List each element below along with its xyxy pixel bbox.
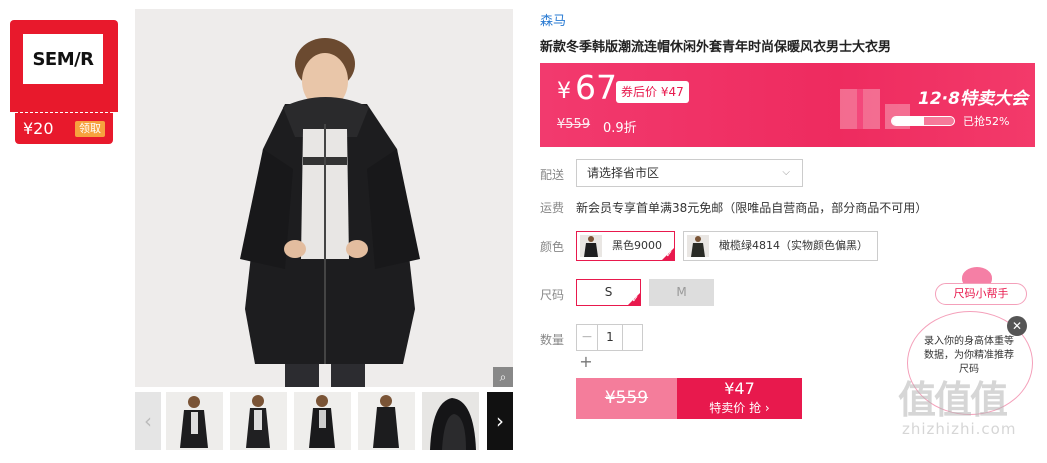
checkmark-icon: ✓ [631,295,639,305]
shop-logo[interactable]: SEM/R [23,34,103,84]
shop-badge[interactable]: SEM/R ¥20 领取 [10,20,118,144]
shipping-text: 新会员专享首单满38元免邮（限唯品自营商品，部分商品不可用） [576,201,928,215]
site-watermark: 值值值 zhizhizhi.com [898,380,1016,438]
price-currency: ¥ [557,79,571,104]
quantity-label: 数量 [540,333,565,347]
coupon-amount: ¥20 [23,119,54,138]
color-swatch-olive [687,235,709,257]
color-option-label: 橄榄绿4814（实物颜色偏黑） [719,239,868,252]
thumbnail[interactable] [422,392,479,450]
shop-coupon[interactable]: ¥20 领取 [15,112,113,144]
size-option-m[interactable]: M [649,279,714,306]
size-label: 尺码 [540,288,565,302]
thumbnail[interactable] [358,392,415,450]
buy-special-price: ¥47 [724,379,755,398]
thumbnail[interactable] [230,392,287,450]
color-option-black[interactable]: 黑色9000 ✓ [576,231,675,261]
size-option-label: S [604,285,613,299]
product-title: 新款冬季韩版潮流连帽休闲外套青年时尚保暖风衣男士大衣男 [540,40,892,55]
size-helper-text: 录入你的身高体重等数据，为你精准推荐尺码 [924,336,1014,375]
color-swatch-black [580,235,602,257]
brand-link[interactable]: 森马 [540,10,566,29]
chevron-right-icon[interactable]: › [487,392,513,450]
watermark-logo: 值值值 [898,378,1008,422]
thumbnail[interactable] [294,392,351,450]
chevron-left-icon[interactable]: ‹ [135,392,161,450]
sold-progress-bar [891,116,955,126]
watermark-url: zhizhizhi.com [902,420,1017,438]
quantity-minus-button[interactable]: − [577,325,597,350]
checkmark-icon: ✓ [665,250,673,260]
quantity-plus-button[interactable]: + [576,352,596,372]
sold-progress-fill [892,117,925,125]
chevron-down-icon: ⌵ [782,167,790,178]
coupon-claim-button[interactable]: 领取 [75,121,105,137]
close-icon[interactable]: ✕ [1007,316,1027,336]
model-photo [135,9,513,387]
price-banner: ¥ 67 券后价 ¥47 ¥559 0.9折 12·8特卖大会 已抢52% [540,63,1035,147]
color-option-label: 黑色9000 [612,239,662,252]
delivery-label: 配送 [540,168,565,182]
shipping-label: 运费 [540,201,565,215]
region-select[interactable]: 请选择省市区 ⌵ [576,159,803,187]
size-option-s[interactable]: S ✓ [576,279,641,306]
buy-button-group: ¥559 ¥47 特卖价 抢 › [576,378,802,419]
size-option-label: M [676,285,687,299]
shop-badge-background: SEM/R [10,20,118,112]
quantity-input[interactable]: 1 [597,325,623,350]
color-label: 颜色 [540,240,565,254]
thumbnail[interactable] [166,392,223,450]
gift-decoration [840,89,910,129]
sold-percentage: 已抢52% [963,115,1010,128]
color-option-olive[interactable]: 橄榄绿4814（实物颜色偏黑） [683,231,878,261]
main-product-image[interactable]: ⌕ [135,9,513,387]
original-price: ¥559 [557,117,591,132]
thumbnail-strip: ‹ › [135,392,513,450]
event-title: 12·8特卖大会 [918,89,1028,109]
region-select-placeholder: 请选择省市区 [587,166,660,180]
original-price-button[interactable]: ¥559 [576,378,677,419]
sale-price: 67 [575,68,617,107]
size-helper-tag[interactable]: 尺码小帮手 [935,283,1027,305]
after-coupon-price: 券后价 ¥47 [616,81,689,103]
magnifier-icon[interactable]: ⌕ [493,367,513,387]
buy-special-label: 特卖价 抢 › [709,401,770,415]
buy-now-button[interactable]: ¥47 特卖价 抢 › [677,378,802,419]
quantity-stepper: − 1 [576,324,643,351]
discount-rate: 0.9折 [603,121,637,136]
